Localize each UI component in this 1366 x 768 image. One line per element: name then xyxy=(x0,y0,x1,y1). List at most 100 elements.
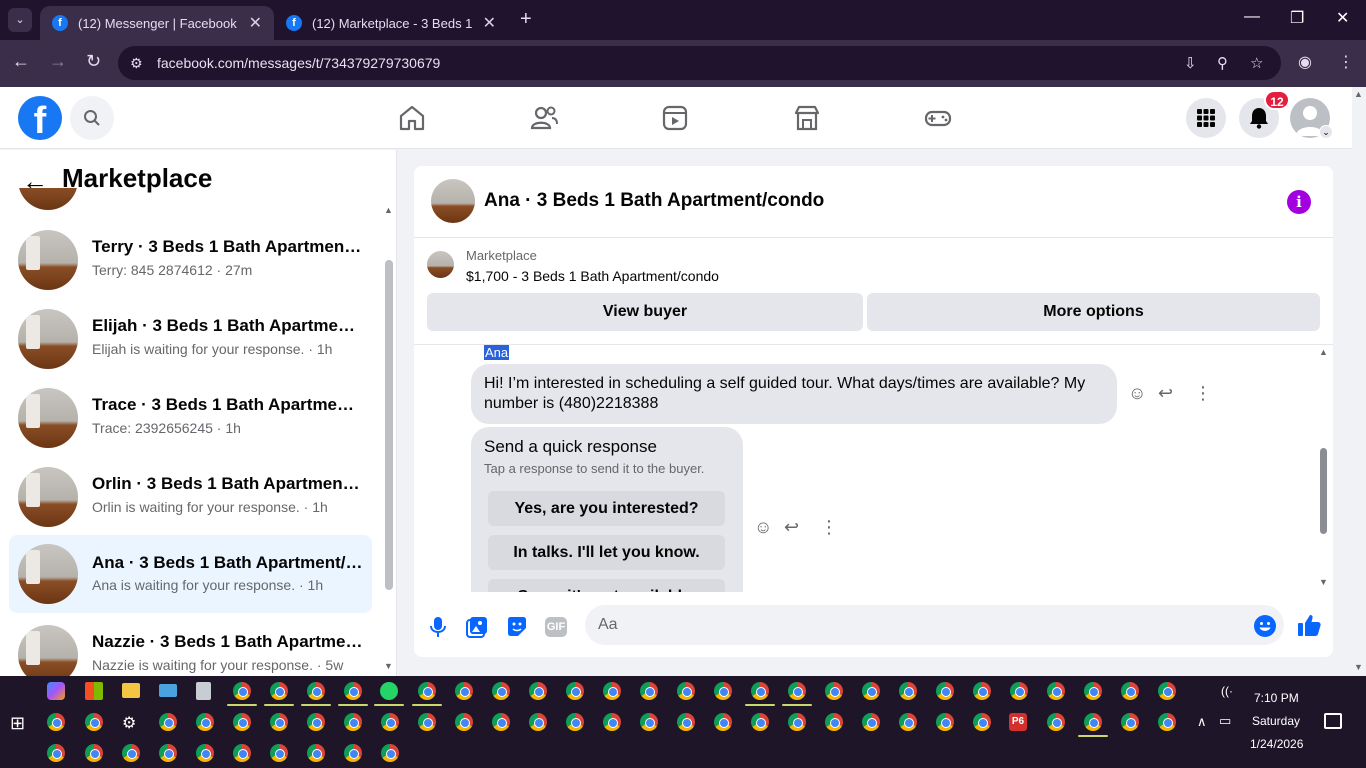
scroll-down-arrow-icon[interactable]: ▼ xyxy=(384,661,393,671)
chrome-app-icon[interactable] xyxy=(344,682,362,700)
settings-gear-icon[interactable]: ⚙ xyxy=(122,713,140,732)
chrome-app-icon[interactable] xyxy=(825,682,843,700)
emoji-icon[interactable] xyxy=(1253,614,1277,638)
chrome-app-icon[interactable] xyxy=(862,682,880,700)
chrome-app-icon[interactable] xyxy=(233,744,251,762)
chevron-up-icon[interactable]: ∧ xyxy=(1197,714,1215,732)
message-bubble[interactable]: Hi! I’m interested in scheduling a self … xyxy=(471,364,1117,424)
zoom-icon[interactable]: ⚲ xyxy=(1217,54,1228,72)
scroll-down-arrow-icon[interactable]: ▼ xyxy=(1354,662,1363,672)
url-text[interactable]: facebook.com/messages/t/734379279730679 xyxy=(157,55,440,71)
message-scrollbar[interactable] xyxy=(1320,448,1327,534)
chrome-app-icon[interactable] xyxy=(196,713,214,731)
chrome-app-icon[interactable] xyxy=(603,682,621,700)
chrome-app-icon[interactable] xyxy=(1047,682,1065,700)
profile-icon[interactable]: ◉ xyxy=(1298,52,1312,72)
sticker-icon[interactable] xyxy=(505,615,529,639)
clock-day[interactable]: Saturday xyxy=(1252,714,1300,728)
back-arrow-icon[interactable]: ← xyxy=(12,51,30,72)
thumbs-up-icon[interactable] xyxy=(1296,612,1322,638)
chrome-app-icon[interactable] xyxy=(159,713,177,731)
notification-center-icon[interactable] xyxy=(1324,713,1342,729)
chrome-app-icon[interactable] xyxy=(196,744,214,762)
keyboard-icon[interactable] xyxy=(159,684,177,697)
chrome-app-icon[interactable] xyxy=(1158,682,1176,700)
info-icon[interactable]: i xyxy=(1287,190,1311,214)
chrome-app-icon[interactable] xyxy=(270,713,288,731)
clock-time[interactable]: 7:10 PM xyxy=(1254,691,1299,705)
account-chevron-icon[interactable]: ⌄ xyxy=(1319,125,1333,139)
facebook-logo[interactable]: f xyxy=(18,96,62,140)
conversation-item[interactable]: Nazzie · 3 Beds 1 Bath Apartmen... Nazzi… xyxy=(9,618,372,676)
reply-icon[interactable]: ↩ xyxy=(784,517,799,538)
menu-button[interactable] xyxy=(1186,98,1226,138)
react-emoji-icon[interactable]: ☺ xyxy=(1128,383,1146,404)
more-options-button[interactable]: More options xyxy=(867,293,1320,331)
chrome-app-icon[interactable] xyxy=(1158,713,1176,731)
chrome-app-icon[interactable] xyxy=(381,713,399,731)
tab-close-icon[interactable]: ✕ xyxy=(483,13,496,33)
conversation-list-scrollbar[interactable] xyxy=(385,260,393,590)
chrome-app-icon[interactable] xyxy=(899,713,917,731)
bookmark-star-icon[interactable]: ☆ xyxy=(1250,54,1263,72)
chrome-app-icon[interactable] xyxy=(751,682,769,700)
gif-icon[interactable]: GIF xyxy=(545,617,567,637)
chrome-app-icon[interactable] xyxy=(307,682,325,700)
chrome-app-icon[interactable] xyxy=(47,744,65,762)
home-icon[interactable] xyxy=(397,103,427,133)
scroll-up-arrow-icon[interactable]: ▲ xyxy=(1354,89,1363,99)
chrome-app-icon[interactable] xyxy=(825,713,843,731)
tab-search-chevron-icon[interactable]: ⌄ xyxy=(8,8,32,32)
quick-response-option[interactable]: Sorry, it's not available. xyxy=(488,579,725,592)
photo-icon[interactable] xyxy=(465,615,489,639)
chrome-app-icon[interactable] xyxy=(455,682,473,700)
chrome-app-icon[interactable] xyxy=(751,713,769,731)
chrome-app-icon[interactable] xyxy=(381,744,399,762)
conversation-item[interactable]: Elijah · 3 Beds 1 Bath Apartment/... Eli… xyxy=(9,302,372,374)
windows-start-icon[interactable]: ⊞ xyxy=(10,713,32,735)
chrome-app-icon[interactable] xyxy=(1047,713,1065,731)
listing-summary[interactable]: $1,700 - 3 Beds 1 Bath Apartment/condo xyxy=(466,268,719,284)
chrome-app-icon[interactable] xyxy=(640,682,658,700)
search-button[interactable] xyxy=(70,96,114,140)
quick-response-option[interactable]: Yes, are you interested? xyxy=(488,491,725,526)
view-buyer-button[interactable]: View buyer xyxy=(427,293,863,331)
chrome-app-icon[interactable] xyxy=(492,682,510,700)
chrome-app-icon[interactable] xyxy=(973,682,991,700)
store-icon[interactable] xyxy=(85,682,103,700)
chrome-app-icon[interactable] xyxy=(418,682,436,700)
chrome-app-icon[interactable] xyxy=(85,713,103,731)
chrome-app-icon[interactable] xyxy=(677,682,695,700)
chrome-app-icon[interactable] xyxy=(1121,682,1139,700)
tab-close-icon[interactable]: ✕ xyxy=(249,13,262,33)
more-actions-icon[interactable]: ⋮ xyxy=(820,517,838,538)
chrome-app-icon[interactable] xyxy=(233,713,251,731)
whatsapp-icon[interactable] xyxy=(380,682,398,700)
chrome-app-icon[interactable] xyxy=(492,713,510,731)
tab-messenger[interactable]: f (12) Messenger | Facebook ✕ xyxy=(40,6,274,40)
more-actions-icon[interactable]: ⋮ xyxy=(1194,383,1212,404)
restore-icon[interactable]: ❐ xyxy=(1290,8,1304,28)
chrome-app-icon[interactable] xyxy=(122,744,140,762)
gaming-icon[interactable] xyxy=(923,103,953,133)
chrome-app-icon[interactable] xyxy=(566,713,584,731)
chrome-app-icon[interactable] xyxy=(862,713,880,731)
chat-title[interactable]: Ana · 3 Beds 1 Bath Apartment/condo xyxy=(484,190,824,212)
chrome-app-icon[interactable] xyxy=(566,682,584,700)
message-thread[interactable]: Ana Hi! I’m interested in scheduling a s… xyxy=(414,344,1333,592)
minimize-icon[interactable]: — xyxy=(1244,8,1260,26)
chrome-app-icon[interactable] xyxy=(233,682,251,700)
chrome-app-icon[interactable] xyxy=(1010,682,1028,700)
forward-arrow-icon[interactable]: → xyxy=(49,51,67,72)
chat-avatar[interactable] xyxy=(431,179,475,223)
chrome-app-icon[interactable] xyxy=(47,713,65,731)
chrome-app-icon[interactable] xyxy=(1121,713,1139,731)
chrome-app-icon[interactable] xyxy=(344,744,362,762)
chrome-app-icon[interactable] xyxy=(714,682,732,700)
page-scrollbar[interactable]: ▲ ▼ xyxy=(1352,87,1366,676)
chrome-app-icon[interactable] xyxy=(307,713,325,731)
chrome-app-icon[interactable] xyxy=(677,713,695,731)
chrome-app-icon[interactable] xyxy=(973,713,991,731)
install-app-icon[interactable]: ⇩ xyxy=(1184,54,1197,72)
chrome-app-icon[interactable] xyxy=(159,744,177,762)
